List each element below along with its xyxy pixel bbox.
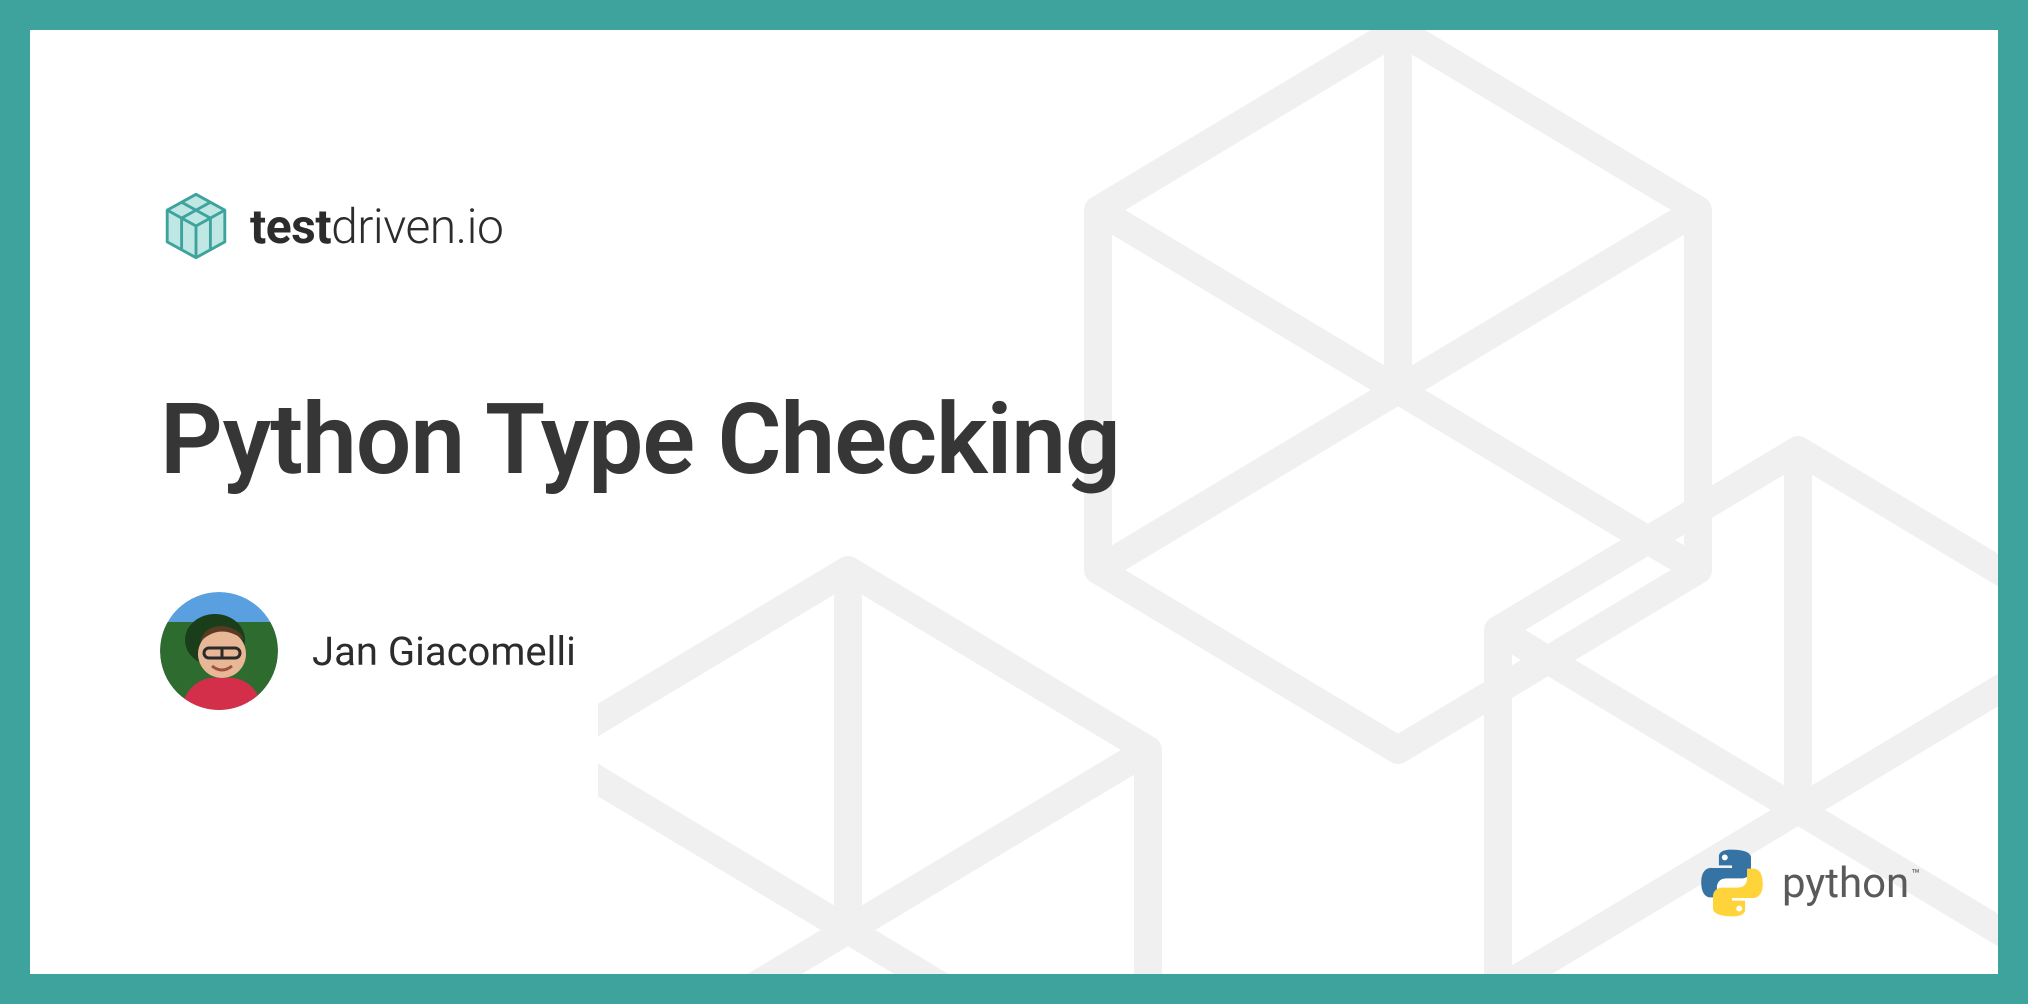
card: testdriven.io Python Type Checking [30, 30, 1998, 974]
card-frame: testdriven.io Python Type Checking [0, 0, 2028, 1004]
content-area: testdriven.io Python Type Checking [30, 30, 1998, 710]
brand-text: testdriven.io [250, 198, 503, 255]
author-avatar [160, 592, 278, 710]
article-title: Python Type Checking [160, 382, 1998, 497]
author-row: Jan Giacomelli [160, 592, 1998, 710]
testdriven-logo-icon [160, 190, 232, 262]
brand-text-light: driven.io [331, 198, 503, 255]
python-logo-icon [1696, 847, 1768, 919]
python-name: python [1782, 859, 1909, 908]
brand-text-bold: test [250, 198, 331, 255]
brand-row: testdriven.io [160, 190, 1998, 262]
python-label: python™ [1782, 859, 1918, 908]
author-name: Jan Giacomelli [312, 628, 576, 675]
python-badge: python™ [1696, 847, 1918, 919]
python-tm: ™ [1911, 867, 1920, 883]
